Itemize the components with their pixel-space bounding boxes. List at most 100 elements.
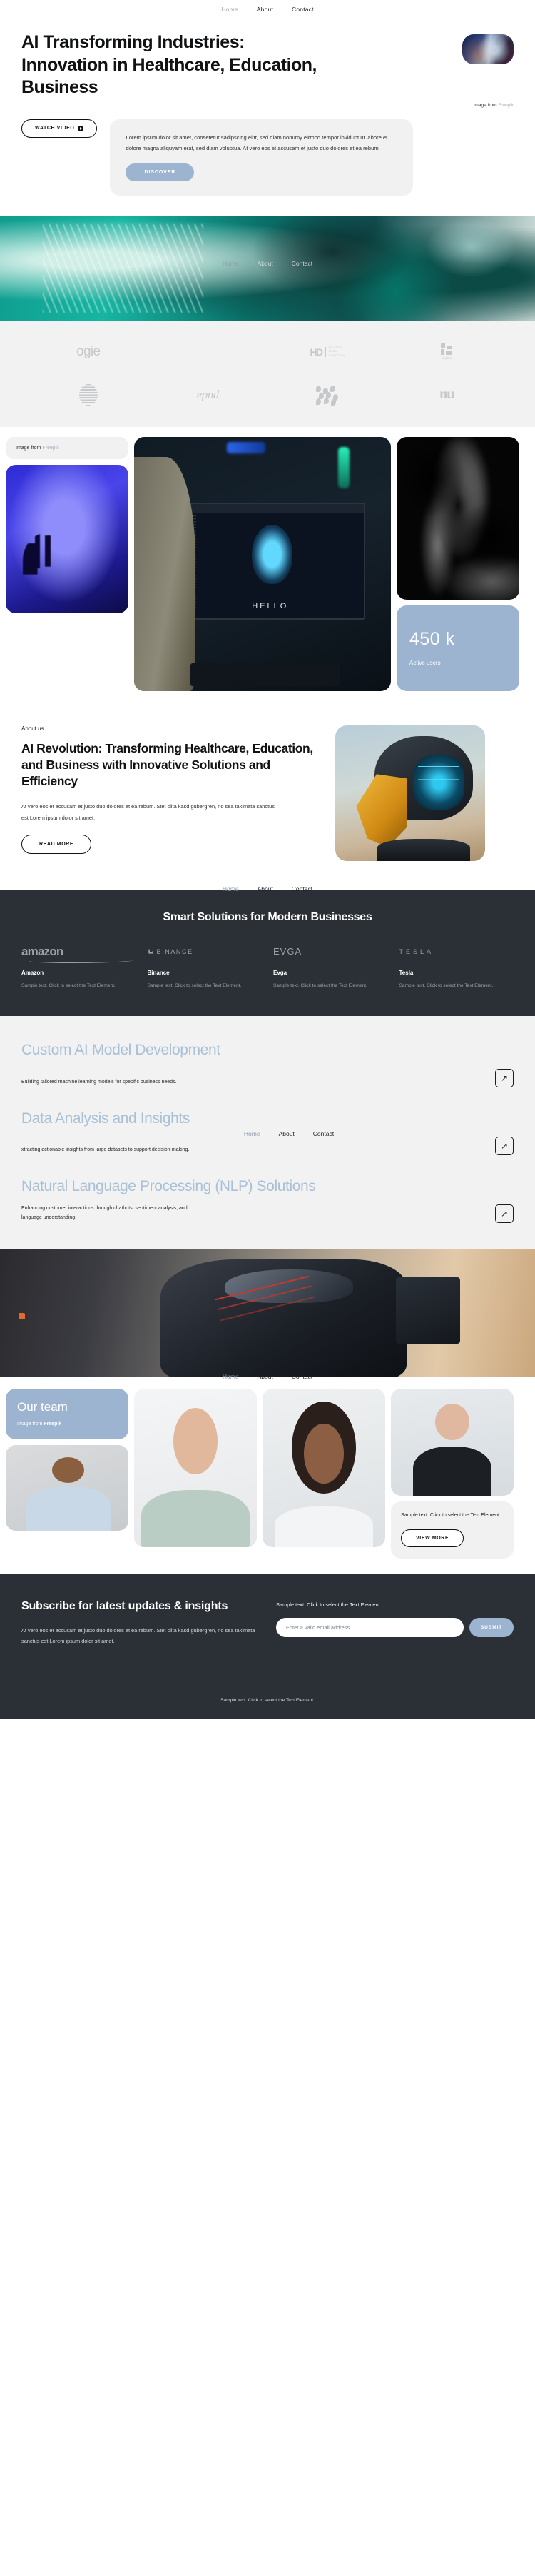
team-photo-1	[6, 1445, 128, 1531]
service-title: Custom AI Model Development	[21, 1042, 220, 1059]
nav-item-home[interactable]: Home	[221, 6, 238, 13]
robot-base	[377, 839, 470, 861]
logo-nu-icon: nu	[439, 386, 454, 403]
logo-brighto-label: brighto	[442, 356, 452, 361]
binance-diamond-mark	[146, 947, 156, 957]
logo-stripes-icon	[78, 383, 98, 407]
nav-item-home[interactable]: Home	[223, 260, 239, 267]
watch-video-button[interactable]: WATCH VIDEO	[21, 119, 98, 138]
brand-name: Binance	[147, 969, 170, 976]
about-paragraph: At vero eos et accusam et justo duo dolo…	[21, 803, 275, 821]
landing-page: Home About Contact AI Transforming Indus…	[0, 0, 535, 1719]
robot-head-image	[335, 725, 485, 861]
brand-card-evga[interactable]: EVGA Evga Sample text. Click to select t…	[273, 942, 388, 991]
watch-video-label: WATCH VIDEO	[35, 126, 75, 131]
logo-epnd-icon: epnd	[196, 387, 220, 401]
monitor-titlebar	[176, 504, 364, 514]
brand-description: Sample text. Click to select the Text El…	[147, 982, 242, 988]
team-image-credit: Image from Freepik	[17, 1422, 117, 1427]
neon-blue-light	[226, 441, 265, 453]
robot-visor-display	[413, 755, 464, 810]
robot-banner-image	[0, 1249, 535, 1378]
brands-title: Smart Solutions for Modern Businesses	[163, 910, 372, 923]
page-title: AI Transforming Industries: Innovation i…	[21, 32, 317, 97]
active-users-stat-card: 450 k Active users	[397, 605, 519, 691]
credit-source-link[interactable]: Freepik	[498, 103, 514, 108]
about-section: About us AI Revolution: Transforming Hea…	[0, 703, 535, 892]
team-card-text: Sample text. Click to select the Text El…	[401, 1513, 501, 1519]
team-column-2	[134, 1389, 257, 1548]
team-heading: Our team	[17, 1400, 68, 1414]
read-more-button[interactable]: READ MORE	[21, 835, 92, 855]
arrow-up-right-icon[interactable]: ↗	[495, 1068, 514, 1087]
subscribe-title: Subscribe for latest updates & insights	[21, 1600, 228, 1613]
credit-source-link[interactable]: Freepik	[44, 1422, 61, 1427]
logo-hd-initials: HD	[310, 346, 323, 358]
brand-name: Evga	[273, 969, 287, 976]
brand-card-binance[interactable]: BINANCE Binance Sample text. Click to se…	[148, 942, 263, 991]
brand-name: Amazon	[21, 969, 44, 976]
gallery-section: Image from Freepik HELLO 450 k Active us…	[0, 427, 535, 703]
service-description: Building tailored machine learning model…	[21, 1079, 177, 1085]
submit-button[interactable]: SUBMIT	[469, 1618, 514, 1638]
subscribe-paragraph: At vero eos et accusam et justo duo dolo…	[21, 1626, 255, 1645]
brands-section: Smart Solutions for Modern Businesses am…	[0, 889, 535, 1017]
credit-source-link[interactable]: Freepik	[42, 446, 58, 451]
brand-card-tesla[interactable]: TESLA Tesla Sample text. Click to select…	[399, 942, 514, 991]
service-item-nlp-solutions: Natural Language Processing (NLP) Soluti…	[21, 1177, 514, 1224]
brand-description: Sample text. Click to select the Text El…	[273, 982, 367, 988]
partner-logos-grid: ogie HD HOLISTIC LIFES DIRECTION brighto e…	[29, 340, 506, 407]
logo-flower-icon	[198, 340, 217, 364]
subscribe-form-column: Sample text. Click to select the Text El…	[276, 1599, 514, 1638]
gallery-column-left: Image from Freepik	[6, 436, 128, 613]
credit-prefix: Image from	[473, 102, 499, 108]
brand-description: Sample text. Click to select the Text El…	[21, 982, 116, 988]
hero-thumbnail-image	[462, 34, 514, 64]
stat-label: Active users	[409, 659, 441, 666]
credit-prefix: Image from	[17, 1422, 44, 1427]
service-title: Natural Language Processing (NLP) Soluti…	[21, 1177, 316, 1194]
nav-item-about[interactable]: About	[258, 260, 273, 267]
arrow-up-right-icon[interactable]: ↗	[495, 1136, 514, 1155]
touchscreen-hand-image	[6, 464, 128, 613]
brand-name: Tesla	[399, 969, 414, 976]
nav-item-contact[interactable]: Contact	[292, 6, 314, 13]
binance-logo-icon: BINANCE	[148, 942, 263, 961]
team-photo-4	[391, 1389, 514, 1496]
arrow-up-right-icon[interactable]: ↗	[495, 1204, 514, 1224]
hero-image-credit: Image from Freepik	[0, 103, 514, 108]
screen-text: HELLO	[252, 602, 289, 610]
email-field[interactable]	[276, 1618, 464, 1638]
subscribe-form: SUBMIT	[276, 1618, 514, 1638]
keyboard	[190, 663, 340, 686]
binance-wordmark: BINANCE	[156, 947, 193, 955]
hero-paragraph: Lorem ipsum dolor sit amet, consetetur s…	[126, 134, 388, 151]
service-item-data-analysis: Data Analysis and Insights xtracting act…	[21, 1109, 514, 1155]
stat-number: 450 k	[409, 628, 455, 649]
about-text-column: About us AI Revolution: Transforming Hea…	[21, 725, 321, 855]
brighto-mark	[441, 343, 453, 356]
brand-card-amazon[interactable]: amazon Amazon Sample text. Click to sele…	[21, 942, 136, 991]
gallery-column-center: HELLO	[134, 436, 391, 691]
team-title-card: Our team Image from Freepik	[6, 1389, 128, 1440]
view-more-button[interactable]: VIEW MORE	[401, 1529, 464, 1548]
neon-green-light	[338, 447, 350, 489]
developer-workstation-image: HELLO	[134, 436, 391, 691]
face-scan-hologram	[251, 525, 293, 585]
team-photo-3	[263, 1389, 385, 1548]
robot-gold-face	[356, 774, 407, 847]
brands-grid: amazon Amazon Sample text. Click to sele…	[21, 942, 514, 991]
discover-button[interactable]: DISCOVER	[126, 163, 195, 181]
nav-item-about[interactable]: About	[257, 6, 273, 13]
logo-divider	[325, 346, 326, 357]
tesla-logo-icon: TESLA	[399, 947, 434, 955]
nav-item-contact[interactable]: Contact	[292, 260, 312, 267]
logo-ogie-icon: ogie	[76, 343, 101, 359]
logo-dots-icon	[315, 383, 339, 407]
team-cta-card: Sample text. Click to select the Text El…	[391, 1501, 514, 1559]
abstract-black-liquid-image	[397, 436, 519, 600]
team-photo-2	[134, 1389, 257, 1548]
services-section: Custom AI Model Development Building tai…	[0, 1016, 535, 1249]
brand-description: Sample text. Click to select the Text El…	[399, 982, 494, 988]
team-column-4: Sample text. Click to select the Text El…	[391, 1389, 514, 1559]
